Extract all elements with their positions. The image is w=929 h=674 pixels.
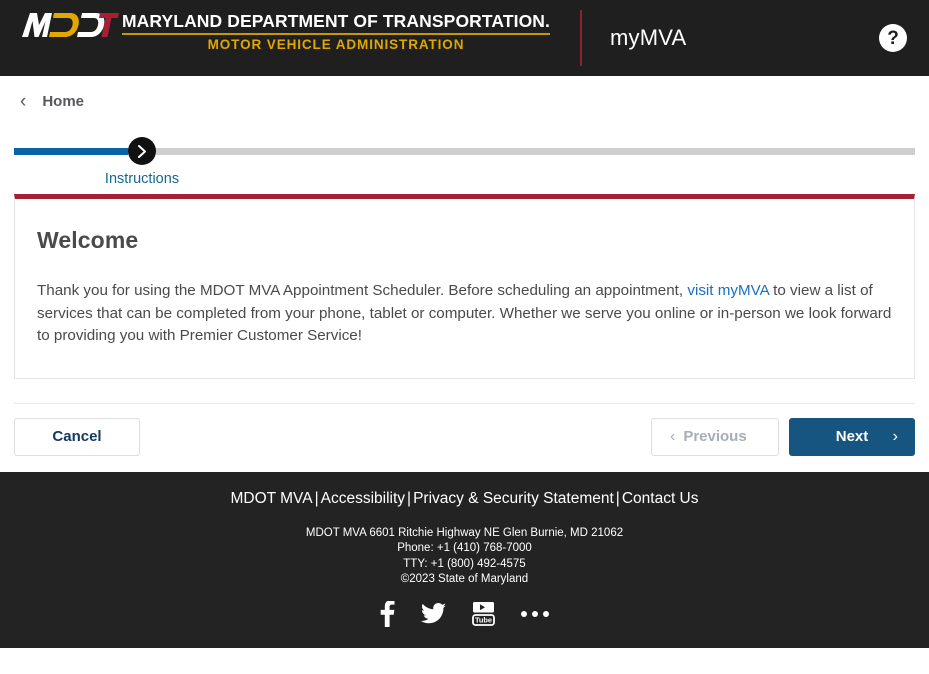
action-bar: Cancel ‹ Previous Next ›: [0, 404, 929, 472]
youtube-icon[interactable]: Tube: [472, 601, 495, 627]
header-vertical-divider: [580, 10, 582, 66]
breadcrumb-home-link[interactable]: Home: [42, 93, 84, 110]
step-node-instructions[interactable]: [128, 137, 156, 165]
help-icon[interactable]: ?: [879, 24, 907, 52]
more-icon[interactable]: [521, 610, 549, 617]
footer-links: MDOT MVA | Accessibility | Privacy & Securit…: [0, 488, 929, 510]
app-title: myMVA: [610, 25, 687, 50]
social-links: Tube: [0, 600, 929, 627]
app-header: MARYLAND DEPARTMENT OF TRANSPORTATION. M…: [0, 0, 929, 76]
previous-button[interactable]: ‹ Previous: [651, 417, 779, 456]
next-button[interactable]: Next ›: [789, 417, 915, 456]
visit-mymva-link[interactable]: visit myMVA: [687, 282, 769, 299]
footer-copyright: ©2023 State of Maryland: [400, 573, 529, 585]
chevron-left-icon[interactable]: ‹: [20, 92, 26, 111]
page-title: Welcome: [37, 227, 139, 253]
administration-line: MOTOR VEHICLE ADMINISTRATION: [207, 37, 465, 52]
welcome-text-part1: Thank you for using the MDOT MVA Appoint…: [37, 282, 688, 299]
progress-stepper: Instructions: [0, 126, 929, 194]
welcome-card: Welcome Thank you for using the MDOT MVA…: [14, 194, 915, 379]
chevron-left-icon: ‹: [670, 427, 676, 445]
step-label-instructions[interactable]: Instructions: [0, 171, 284, 187]
mdot-logo[interactable]: MARYLAND DEPARTMENT OF TRANSPORTATION. M…: [0, 0, 550, 76]
chevron-right-icon: [137, 144, 146, 158]
svg-text:Tube: Tube: [475, 615, 492, 624]
footer-link-contact-us[interactable]: Contact Us: [622, 490, 699, 507]
facebook-icon[interactable]: [380, 600, 395, 627]
footer-link-accessibility[interactable]: Accessibility: [321, 490, 405, 507]
footer-link-privacy-security[interactable]: Privacy & Security Statement: [413, 490, 614, 507]
next-button-label: Next: [835, 428, 869, 445]
footer-address: MDOT MVA 6601 Ritchie Highway NE Glen Bu…: [305, 526, 624, 539]
twitter-icon[interactable]: [421, 602, 446, 625]
footer-address-block: MDOT MVA 6601 Ritchie Highway NE Glen Bu…: [0, 526, 929, 588]
chevron-right-icon: ›: [892, 427, 898, 445]
mdot-logomark-icon: [20, 11, 120, 41]
welcome-text: Thank you for using the MDOT MVA Appoint…: [37, 280, 892, 348]
previous-button-label: Previous: [683, 428, 747, 445]
nav-buttons: ‹ Previous Next ›: [651, 417, 915, 456]
progress-fill: [14, 148, 128, 155]
footer-link-mdot-mva[interactable]: MDOT MVA: [230, 490, 312, 507]
page-footer: MDOT MVA | Accessibility | Privacy & Securit…: [0, 471, 929, 648]
footer-separator: |: [407, 489, 412, 507]
footer-separator: |: [314, 489, 319, 507]
footer-phone: Phone: +1 (410) 768-7000: [397, 542, 532, 554]
cancel-button[interactable]: Cancel: [14, 417, 140, 456]
logo-wordmark: MARYLAND DEPARTMENT OF TRANSPORTATION. M…: [122, 10, 550, 55]
department-line: MARYLAND DEPARTMENT OF TRANSPORTATION.: [122, 11, 550, 31]
footer-separator: |: [615, 489, 620, 507]
breadcrumb[interactable]: ‹ Home: [0, 76, 929, 126]
footer-tty: TTY: +1 (800) 492-4575: [403, 557, 526, 570]
